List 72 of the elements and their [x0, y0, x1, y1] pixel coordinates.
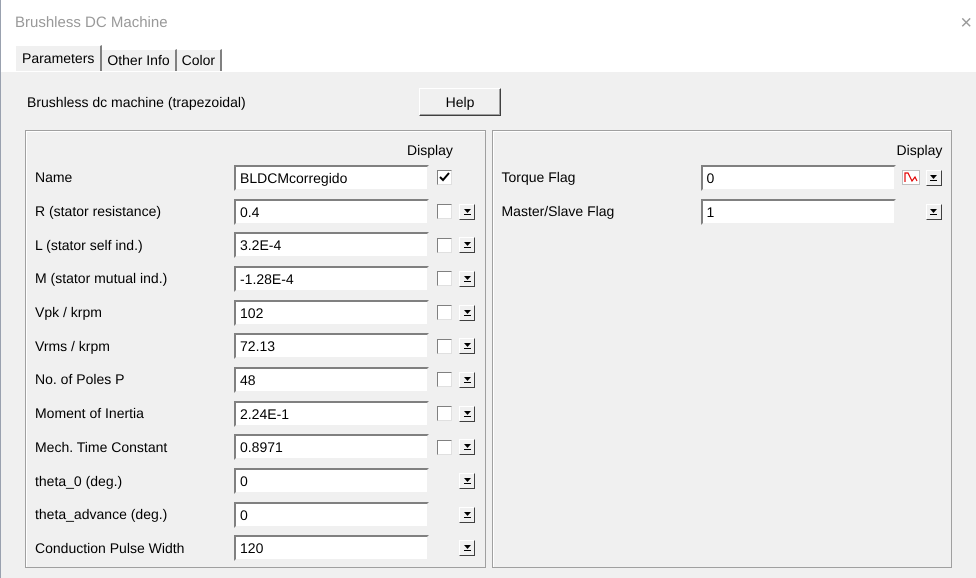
caret-icon: [930, 174, 937, 181]
waveform-icon[interactable]: [902, 170, 920, 186]
field-label: theta_advance (deg.): [35, 505, 168, 524]
display-checkbox[interactable]: [436, 440, 452, 455]
field-label: Conduction Pulse Width: [35, 538, 186, 558]
display-checkbox[interactable]: [436, 170, 452, 186]
field-label: No. of Poles P: [35, 370, 126, 390]
field-label: Vpk / krpm: [35, 303, 103, 322]
caret-icon: [464, 376, 470, 383]
caret-icon: [464, 310, 470, 316]
tab[interactable]: Other Info: [102, 49, 177, 71]
display-checkbox[interactable]: [436, 271, 452, 286]
display-checkbox[interactable]: [436, 204, 452, 220]
caret-icon: [464, 512, 470, 518]
input-field[interactable]: 72.13: [234, 333, 429, 360]
caret-icon: [930, 208, 937, 215]
display-checkbox[interactable]: [436, 338, 452, 354]
field-label: theta_0 (deg.): [35, 472, 124, 491]
field-label: Moment of Inertia: [35, 404, 145, 424]
display-checkbox[interactable]: [436, 238, 452, 253]
field-label: Vrms / krpm: [35, 336, 111, 356]
caret-icon: [464, 242, 470, 248]
caret-icon: [464, 478, 470, 484]
field-label: R (stator resistance): [35, 202, 162, 222]
tab[interactable]: Parameters: [15, 45, 102, 71]
input-field[interactable]: 48: [234, 366, 429, 393]
dropdown-button[interactable]: [459, 473, 475, 490]
field-label: Name: [35, 168, 74, 188]
dropdown-button[interactable]: [459, 270, 475, 287]
caret-icon: [464, 444, 470, 450]
caret-icon: [464, 343, 470, 350]
input-field[interactable]: 3.2E-4: [234, 232, 429, 258]
display-checkbox[interactable]: [436, 406, 452, 422]
field-label: Torque Flag: [502, 168, 576, 188]
input-field[interactable]: 2.24E-1: [234, 400, 429, 427]
tab[interactable]: Color: [176, 49, 222, 71]
dropdown-button[interactable]: [459, 540, 475, 556]
dropdown-button[interactable]: [926, 170, 942, 186]
window-title: Brushless DC Machine: [15, 12, 168, 33]
caret-icon: [464, 208, 470, 215]
dropdown-button[interactable]: [459, 204, 475, 220]
display-header: Display: [896, 140, 942, 160]
input-field[interactable]: 0.4: [234, 198, 429, 225]
dropdown-button[interactable]: [459, 237, 475, 254]
dropdown-button[interactable]: [459, 304, 475, 321]
field-label: L (stator self ind.): [35, 236, 144, 255]
dropdown-button[interactable]: [926, 204, 942, 220]
input-field[interactable]: 0: [234, 502, 429, 528]
field-label: M (stator mutual ind.): [35, 269, 168, 288]
input-field[interactable]: 102: [234, 300, 429, 326]
input-field[interactable]: 120: [234, 535, 429, 562]
input-field[interactable]: 0.8971: [234, 434, 429, 460]
field-label: Mech. Time Constant: [35, 438, 168, 457]
caret-icon: [464, 410, 470, 417]
display-checkbox[interactable]: [436, 372, 452, 388]
input-field[interactable]: 1: [700, 198, 896, 225]
field-label: Master/Slave Flag: [502, 202, 616, 222]
caret-icon: [464, 276, 470, 282]
dropdown-button[interactable]: [459, 439, 475, 456]
dropdown-button[interactable]: [459, 406, 475, 422]
dropdown-button[interactable]: [459, 338, 475, 354]
input-field[interactable]: 0: [700, 164, 896, 191]
display-header: Display: [407, 140, 453, 160]
input-field[interactable]: BLDCMcorregido: [234, 164, 429, 191]
dropdown-button[interactable]: [459, 506, 475, 523]
dropdown-button[interactable]: [459, 372, 475, 388]
help-button[interactable]: Help: [419, 88, 501, 116]
input-field[interactable]: 0: [234, 468, 429, 494]
input-field[interactable]: -1.28E-4: [234, 266, 429, 292]
display-checkbox[interactable]: [436, 305, 452, 320]
caret-icon: [464, 545, 470, 552]
description-label: Brushless dc machine (trapezoidal): [26, 92, 247, 112]
